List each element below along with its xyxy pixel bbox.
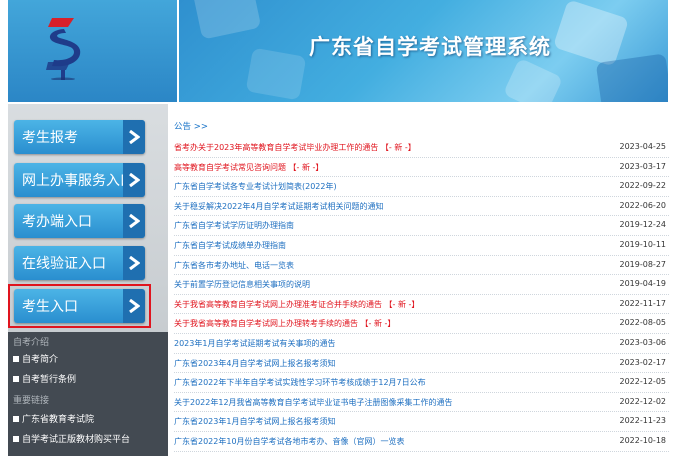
notice-row: 关于稳妥解决2022年4月自学考试延期考试相关问题的通知 2022-06-20 bbox=[174, 197, 669, 217]
notice-date: 2022-09-22 bbox=[619, 181, 667, 191]
sidebar-heading-links: 重要链接 bbox=[13, 396, 50, 406]
notice-title-link[interactable]: 广东省自学考试学历证明办理指南 bbox=[174, 220, 294, 231]
sidebar-link-regulations[interactable]: 自考暂行条例 bbox=[13, 372, 76, 385]
puzzle-decoration bbox=[552, 0, 630, 67]
nav-button-office-portal[interactable]: 考办端入口 bbox=[14, 204, 145, 238]
notice-row: 省考办关于2023年高等教育自学考试毕业办理工作的通告 【- 新 -】 2023-… bbox=[174, 138, 669, 158]
nav-button-online-service[interactable]: 网上办事服务入口 bbox=[14, 163, 145, 197]
notice-date: 2023-02-17 bbox=[619, 357, 667, 367]
notice-row: 高等教育自学考试常见咨询问题 【- 新 -】 2023-03-17 bbox=[174, 158, 669, 178]
chevron-right-icon bbox=[123, 120, 145, 154]
notice-row: 广东省2022年10月份自学考试各地市考办、音像（官网）一览表 2022-10-1… bbox=[174, 432, 669, 452]
header-banner: 广东省自学考试管理系统 bbox=[179, 0, 668, 102]
notice-date: 2023-03-17 bbox=[619, 161, 667, 171]
notice-date: 2022-06-20 bbox=[619, 200, 667, 210]
notice-panel: 公告 >> 省考办关于2023年高等教育自学考试毕业办理工作的通告 【- 新 -… bbox=[174, 120, 669, 452]
notice-date: 2019-12-24 bbox=[619, 220, 667, 230]
notice-row: 广东省自学考试成绩单办理指南 2019-10-11 bbox=[174, 236, 669, 256]
notice-row: 广东省2022年下半年自学考试实践性学习环节考核成绩于12月7日公布 2022-1… bbox=[174, 373, 669, 393]
sidebar-link-label: 自考暂行条例 bbox=[22, 375, 77, 385]
highlight-box bbox=[8, 284, 151, 328]
breadcrumb[interactable]: 公告 >> bbox=[174, 120, 669, 138]
nav-button-label: 考办端入口 bbox=[22, 214, 92, 230]
notice-date: 2022-08-05 bbox=[619, 318, 667, 328]
notice-row: 广东省2023年1月自学考试网上报名报考须知 2022-11-23 bbox=[174, 412, 669, 432]
notice-date: 2019-04-19 bbox=[619, 279, 667, 289]
notice-date: 2022-11-17 bbox=[619, 298, 667, 308]
notice-row: 关于我省高等教育自学考试网上办理转考手续的通告 【- 新 -】 2022-08-0… bbox=[174, 314, 669, 334]
notice-list: 省考办关于2023年高等教育自学考试毕业办理工作的通告 【- 新 -】 2023-… bbox=[174, 138, 669, 452]
notice-row: 关于前置学历登记信息相关事项的说明 2019-04-19 bbox=[174, 275, 669, 295]
notice-row: 2023年1月自学考试延期考试有关事项的通告 2023-03-06 bbox=[174, 334, 669, 354]
sidebar-link-exam-authority[interactable]: 广东省教育考试院 bbox=[13, 412, 94, 425]
puzzle-decoration bbox=[595, 53, 668, 102]
sidebar-link-label: 广东省教育考试院 bbox=[22, 415, 95, 425]
notice-date: 2023-03-06 bbox=[619, 337, 667, 347]
notice-title-link[interactable]: 2023年1月自学考试延期考试有关事项的通告 bbox=[174, 338, 335, 349]
notice-row: 广东省自学考试各专业考试计划简表(2022年) 2022-09-22 bbox=[174, 177, 669, 197]
nav-button-label: 考生报考 bbox=[22, 130, 78, 146]
notice-title-link[interactable]: 关于我省高等教育自学考试网上办理准考证合并手续的通告 【- 新 -】 bbox=[174, 299, 419, 310]
puzzle-decoration bbox=[245, 47, 307, 101]
notice-date: 2019-08-27 bbox=[619, 259, 667, 269]
chevron-right-icon bbox=[123, 204, 145, 238]
notice-title-link[interactable]: 广东省2022年10月份自学考试各地市考办、音像（官网）一览表 bbox=[174, 436, 405, 447]
sidebar-link-label: 自考简介 bbox=[22, 355, 59, 365]
puzzle-decoration bbox=[192, 0, 262, 40]
notice-date: 2023-04-25 bbox=[619, 142, 667, 151]
notice-date: 2022-10-18 bbox=[619, 435, 667, 445]
sidebar-link-intro[interactable]: 自考简介 bbox=[13, 352, 58, 365]
notice-row: 广东省2023年4月自学考试网上报名报考须知 2023-02-17 bbox=[174, 354, 669, 374]
logo-area bbox=[8, 0, 177, 102]
nav-button-exam-register[interactable]: 考生报考 bbox=[14, 120, 145, 154]
notice-row: 关于我省高等教育自学考试网上办理准考证合并手续的通告 【- 新 -】 2022-1… bbox=[174, 295, 669, 315]
notice-date: 2019-10-11 bbox=[619, 239, 667, 249]
notice-title-link[interactable]: 关于2022年12月我省高等教育自学考试毕业证书电子注册图像采集工作的通告 bbox=[174, 397, 453, 408]
puzzle-decoration bbox=[502, 57, 564, 102]
square-bullet-icon bbox=[13, 376, 19, 382]
notice-title-link[interactable]: 广东省自学考试各专业考试计划简表(2022年) bbox=[174, 181, 337, 192]
chevron-right-icon bbox=[123, 246, 145, 280]
header: 广东省自学考试管理系统 bbox=[8, 0, 668, 102]
notice-title-link[interactable]: 广东省2022年下半年自学考试实践性学习环节考核成绩于12月7日公布 bbox=[174, 377, 426, 388]
sidebar-heading-intro: 自考介绍 bbox=[13, 338, 50, 348]
chevron-right-icon bbox=[123, 163, 145, 197]
notice-title-link[interactable]: 省考办关于2023年高等教育自学考试毕业办理工作的通告 【- 新 -】 bbox=[174, 142, 416, 153]
notice-title-link[interactable]: 高等教育自学考试常见咨询问题 【- 新 -】 bbox=[174, 162, 323, 173]
notice-date: 2022-12-02 bbox=[619, 396, 667, 406]
notice-date: 2022-12-05 bbox=[619, 377, 667, 387]
notice-title-link[interactable]: 广东省各市考办地址、电话一览表 bbox=[174, 260, 294, 271]
square-bullet-icon bbox=[13, 356, 19, 362]
exam-logo-icon bbox=[46, 18, 81, 80]
nav-button-label: 在线验证入口 bbox=[22, 256, 106, 272]
notice-title-link[interactable]: 关于前置学历登记信息相关事项的说明 bbox=[174, 279, 310, 290]
nav-button-online-verify[interactable]: 在线验证入口 bbox=[14, 246, 145, 280]
notice-row: 关于2022年12月我省高等教育自学考试毕业证书电子注册图像采集工作的通告 202… bbox=[174, 393, 669, 413]
notice-title-link[interactable]: 广东省2023年4月自学考试网上报名报考须知 bbox=[174, 358, 335, 369]
sidebar-link-label: 自学考试正版教材购买平台 bbox=[22, 435, 131, 445]
sidebar-nav-panel: 考生报考 网上办事服务入口 考办端入口 在线验证入口 考生入口 bbox=[8, 104, 168, 332]
sidebar: 考生报考 网上办事服务入口 考办端入口 在线验证入口 考生入口 自考介绍 自考简… bbox=[8, 104, 168, 456]
notice-row: 广东省各市考办地址、电话一览表 2019-08-27 bbox=[174, 256, 669, 276]
notice-title-link[interactable]: 关于稳妥解决2022年4月自学考试延期考试相关问题的通知 bbox=[174, 201, 383, 212]
sidebar-link-textbook-platform[interactable]: 自学考试正版教材购买平台 bbox=[13, 432, 130, 445]
nav-button-label: 网上办事服务入口 bbox=[22, 173, 134, 189]
square-bullet-icon bbox=[13, 416, 19, 422]
notice-title-link[interactable]: 关于我省高等教育自学考试网上办理转考手续的通告 【- 新 -】 bbox=[174, 318, 395, 329]
page-title: 广东省自学考试管理系统 bbox=[309, 35, 551, 59]
notice-title-link[interactable]: 广东省自学考试成绩单办理指南 bbox=[174, 240, 286, 251]
square-bullet-icon bbox=[13, 436, 19, 442]
notice-row: 广东省自学考试学历证明办理指南 2019-12-24 bbox=[174, 216, 669, 236]
notice-date: 2022-11-23 bbox=[619, 416, 667, 426]
notice-title-link[interactable]: 广东省2023年1月自学考试网上报名报考须知 bbox=[174, 416, 335, 427]
